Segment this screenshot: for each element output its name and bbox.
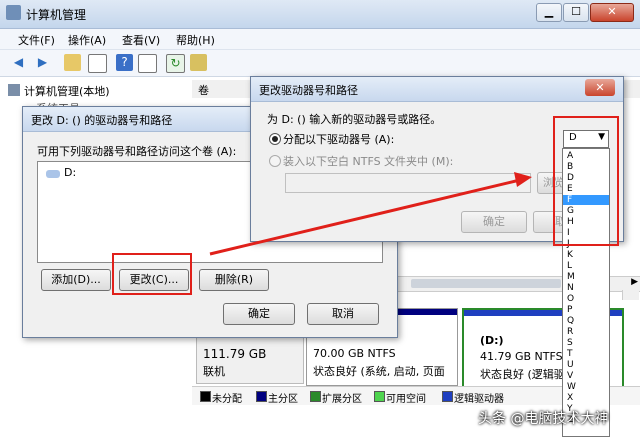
arrow-line [209, 178, 521, 256]
arrow-head [514, 172, 532, 187]
watermark: 头条 @电脑技术大神 [478, 411, 609, 427]
annotation-arrow [209, 172, 532, 256]
